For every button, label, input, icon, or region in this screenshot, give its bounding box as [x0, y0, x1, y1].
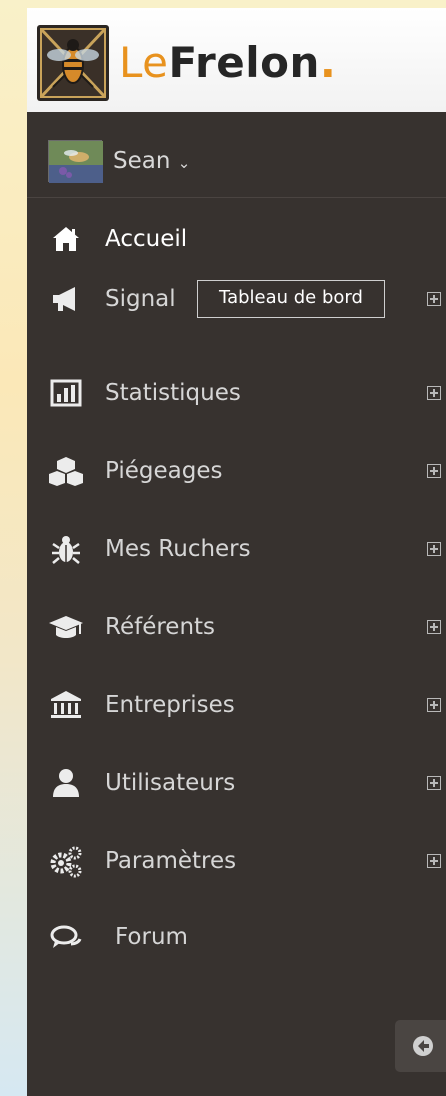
sidebar-item-label: Signal	[105, 286, 176, 312]
sidebar-item-label: Mes Ruchers	[105, 536, 251, 562]
sidebar-item-parametres[interactable]: Paramètres	[27, 832, 446, 892]
logo-text-frelon: Frelon	[168, 38, 320, 87]
hornet-logo-icon[interactable]	[37, 25, 109, 101]
sidebar-item-mes-ruchers[interactable]: Mes Ruchers	[27, 520, 446, 580]
sidebar: LeFrelon. Sean ⌄ Accueil Signal Statisti…	[27, 8, 446, 1096]
bank-icon	[49, 688, 83, 722]
sidebar-item-label: Entreprises	[105, 692, 235, 718]
logo-bar: LeFrelon.	[27, 8, 446, 112]
expand-icon[interactable]	[427, 776, 441, 790]
sidebar-item-label: Référents	[105, 614, 216, 640]
expand-icon[interactable]	[427, 854, 441, 868]
expand-icon[interactable]	[427, 542, 441, 556]
sidebar-item-entreprises[interactable]: Entreprises	[27, 676, 446, 736]
megaphone-icon	[49, 282, 83, 316]
sidebar-item-utilisateurs[interactable]: Utilisateurs	[27, 754, 446, 814]
arrow-left-circle-icon	[413, 1036, 433, 1056]
expand-icon[interactable]	[427, 698, 441, 712]
user-name[interactable]: Sean ⌄	[113, 146, 190, 178]
user-icon	[49, 766, 83, 800]
sidebar-item-forum[interactable]: Forum	[27, 908, 446, 968]
logo-text-dot: .	[319, 38, 337, 87]
expand-icon[interactable]	[427, 620, 441, 634]
comments-icon	[49, 920, 83, 954]
avatar[interactable]	[48, 140, 103, 183]
sidebar-item-label: Piégeages	[105, 458, 223, 484]
sidebar-item-label: Utilisateurs	[105, 770, 236, 796]
sidebar-item-label: Accueil	[105, 226, 188, 252]
cubes-icon	[49, 454, 83, 488]
sidebar-item-piegeages[interactable]: Piégeages	[27, 442, 446, 502]
user-name-label: Sean	[113, 148, 171, 174]
sidebar-item-accueil[interactable]: Accueil	[27, 210, 446, 270]
sidebar-item-statistiques[interactable]: Statistiques	[27, 364, 446, 424]
expand-icon[interactable]	[427, 386, 441, 400]
sidebar-item-label: Statistiques	[105, 380, 241, 406]
expand-icon[interactable]	[427, 464, 441, 478]
sidebar-item-label: Forum	[115, 924, 188, 950]
graduation-cap-icon	[49, 610, 83, 644]
sidebar-item-label: Paramètres	[105, 848, 237, 874]
logo-text-le: Le	[119, 38, 169, 87]
user-menu[interactable]: Sean ⌄	[27, 112, 446, 198]
bug-icon	[49, 532, 83, 566]
chevron-down-icon: ⌄	[177, 154, 191, 172]
home-icon	[49, 222, 83, 256]
tooltip: Tableau de bord	[197, 280, 385, 318]
sidebar-item-referents[interactable]: Référents	[27, 598, 446, 658]
gears-icon	[49, 844, 83, 878]
bar-chart-icon	[49, 376, 83, 410]
logo-wordmark[interactable]: LeFrelon.	[119, 38, 336, 88]
expand-icon[interactable]	[427, 292, 441, 306]
collapse-sidebar-button[interactable]	[395, 1020, 446, 1072]
